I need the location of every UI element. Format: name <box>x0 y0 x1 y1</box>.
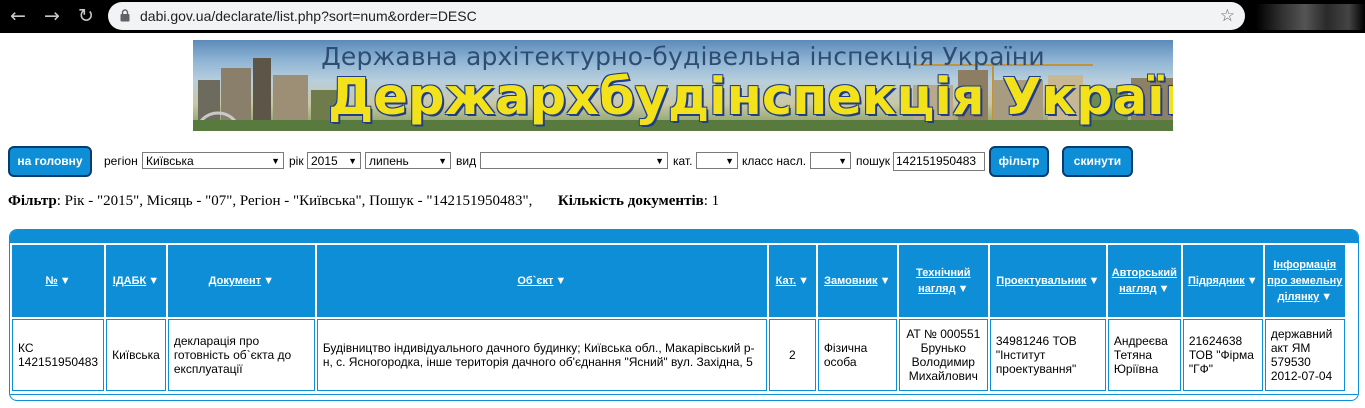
table-footer <box>10 394 1358 400</box>
year-select-value: 2015 <box>311 154 338 168</box>
header-contractor[interactable]: Підрядник ▼ <box>1182 245 1263 317</box>
cell-object: Будівництво індивідуального дачного буди… <box>316 319 767 391</box>
sort-arrow-icon[interactable]: ▼ <box>798 273 809 289</box>
category-select[interactable]: ▼ <box>696 152 738 169</box>
chevron-down-icon: ▼ <box>838 156 847 166</box>
filter-label: Фільтр <box>8 193 57 209</box>
chevron-down-icon: ▼ <box>438 156 447 166</box>
type-label: вид <box>456 154 477 168</box>
header-customer[interactable]: Замовник ▼ <box>817 245 897 317</box>
header-technical-supervision[interactable]: Технічний нагляд ▼ <box>898 245 988 317</box>
sort-arrow-icon[interactable]: ▼ <box>880 273 891 289</box>
sort-arrow-icon[interactable]: ▼ <box>555 273 566 289</box>
header-object[interactable]: Об`єкт ▼ <box>316 245 767 317</box>
type-select[interactable]: ▼ <box>480 152 668 169</box>
class-label: класс насл. <box>742 154 807 168</box>
filter-text: : Рік - "2015", Місяць - "07", Регіон - … <box>56 193 533 209</box>
region-select[interactable]: Київська ▼ <box>142 152 284 169</box>
document-count-value: : 1 <box>703 193 720 209</box>
cell-contractor: 21624638 ТОВ "Фірма "ГФ" <box>1182 319 1263 391</box>
back-arrow-icon[interactable]: ← <box>6 4 30 28</box>
banner-subtitle: Державна архітектурно-будівельна інспекц… <box>321 42 1045 71</box>
category-label: кат. <box>673 154 693 168</box>
header-land-info[interactable]: Інформація про земельну ділянку ▼ <box>1264 245 1345 317</box>
search-label: пошук <box>856 154 891 168</box>
header-designer-label[interactable]: Проектувальник <box>996 275 1086 287</box>
banner-title: Держархбудінспекція України <box>328 68 1173 127</box>
results-table: № ▼ ІДАБК ▼ Документ ▼ Об`єкт ▼ Кат. ▼ Замовн… <box>10 243 1347 393</box>
cell-author-supervision: Андреєва Тетяна Юріївна <box>1107 319 1181 391</box>
cell-document: декларація про готовність об`єкта до екс… <box>167 319 315 391</box>
header-document[interactable]: Документ ▼ <box>167 245 315 317</box>
sort-arrow-icon[interactable]: ▼ <box>1321 289 1332 305</box>
cell-technical-supervision: АТ № 000551 Брунько Володимир Михайлович <box>898 319 988 391</box>
cell-land-info: державний акт ЯМ 579530 2012-07-04 <box>1264 319 1345 391</box>
sort-arrow-icon[interactable]: ▼ <box>263 273 274 289</box>
browser-toolbar: ← → ↻ dabi.gov.ua/declarate/list.php?sor… <box>0 0 1365 33</box>
url-text: dabi.gov.ua/declarate/list.php?sort=num&… <box>140 8 477 24</box>
filter-button[interactable]: фільтр <box>989 146 1049 177</box>
cell-category: 2 <box>768 319 816 391</box>
region-label: регіон <box>104 154 138 168</box>
cell-number: КС 142151950483 <box>12 319 105 391</box>
class-select[interactable]: ▼ <box>810 152 851 169</box>
site-banner: Державна архітектурно-будівельна інспекц… <box>193 40 1173 131</box>
forward-arrow-icon[interactable]: → <box>40 4 64 28</box>
address-bar[interactable]: dabi.gov.ua/declarate/list.php?sort=num&… <box>108 2 1245 30</box>
sort-arrow-icon[interactable]: ▼ <box>958 281 969 297</box>
chevron-down-icon: ▼ <box>725 156 734 166</box>
header-object-label[interactable]: Об`єкт <box>517 275 553 287</box>
year-label: рік <box>289 154 304 168</box>
header-document-label[interactable]: Документ <box>209 275 261 287</box>
header-customer-label[interactable]: Замовник <box>824 275 877 287</box>
browser-extensions <box>1256 4 1365 30</box>
sort-arrow-icon[interactable]: ▼ <box>1159 281 1170 297</box>
header-idabk[interactable]: ІДАБК ▼ <box>106 245 166 317</box>
reload-icon[interactable]: ↻ <box>74 4 98 28</box>
reset-button[interactable]: скинути <box>1062 146 1133 177</box>
lock-icon <box>120 9 130 22</box>
chevron-down-icon: ▼ <box>348 156 357 166</box>
header-number-label[interactable]: № <box>45 275 57 287</box>
document-count-label: Кількість документів <box>557 193 704 209</box>
chevron-down-icon: ▼ <box>271 156 280 166</box>
chevron-down-icon: ▼ <box>655 156 664 166</box>
sort-arrow-icon[interactable]: ▼ <box>60 273 71 289</box>
results-table-container: № ▼ ІДАБК ▼ Документ ▼ Об`єкт ▼ Кат. ▼ Замовн… <box>9 229 1359 401</box>
header-idabk-label[interactable]: ІДАБК <box>113 275 146 287</box>
header-contractor-label[interactable]: Підрядник <box>1188 275 1245 287</box>
month-select-value: липень <box>369 154 409 168</box>
sort-arrow-icon[interactable]: ▼ <box>1247 273 1258 289</box>
year-select[interactable]: 2015 ▼ <box>307 152 361 169</box>
table-row: КС 142151950483 Київська декларація про … <box>12 319 1345 391</box>
header-designer[interactable]: Проектувальник ▼ <box>989 245 1106 317</box>
sort-arrow-icon[interactable]: ▼ <box>148 273 159 289</box>
sort-arrow-icon[interactable]: ▼ <box>1088 273 1099 289</box>
filter-summary: Фільтр: Рік - "2015", Місяць - "07", Рег… <box>8 193 719 210</box>
header-number[interactable]: № ▼ <box>12 245 105 317</box>
header-author-supervision[interactable]: Авторський нагляд ▼ <box>1107 245 1181 317</box>
cell-idabk: Київська <box>106 319 166 391</box>
header-category-label[interactable]: Кат. <box>776 275 796 287</box>
cell-customer: Фізична особа <box>817 319 897 391</box>
search-input[interactable]: 142151950483 <box>893 152 985 171</box>
star-icon[interactable]: ☆ <box>1220 2 1235 30</box>
header-category[interactable]: Кат. ▼ <box>768 245 816 317</box>
month-select[interactable]: липень ▼ <box>365 152 451 169</box>
cell-designer: 34981246 ТОВ "Інститут проектування" <box>989 319 1106 391</box>
table-header-row: № ▼ ІДАБК ▼ Документ ▼ Об`єкт ▼ Кат. ▼ Замовн… <box>12 245 1345 317</box>
region-select-value: Київська <box>146 154 194 168</box>
table-top-bar <box>10 230 1358 243</box>
home-button[interactable]: на головну <box>8 146 92 177</box>
